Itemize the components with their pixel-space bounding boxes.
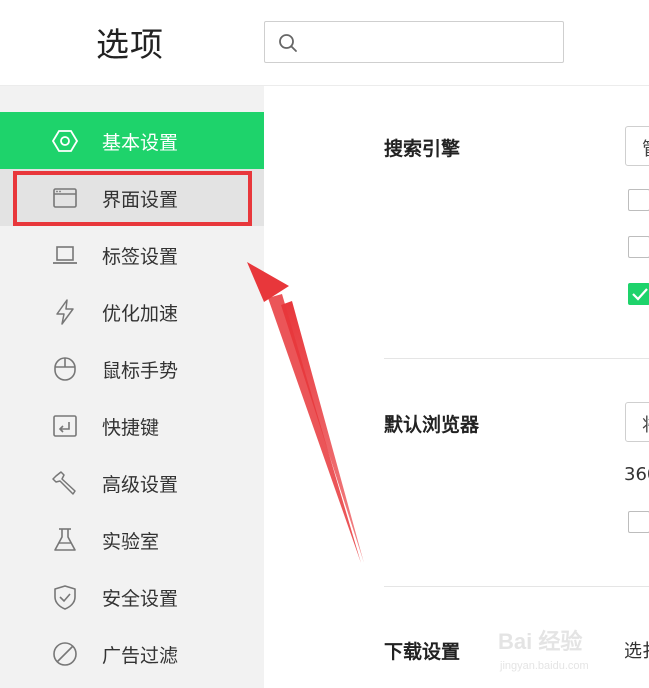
default-browser-button[interactable]: 将 [625,402,649,442]
sidebar: 基本设置 界面设置 标签设置 优化加速 鼠标手势 快捷键 高级设置 实验室 安全… [0,86,264,688]
hexagon-gear-icon [52,130,78,152]
sidebar-item-optimize-speed[interactable]: 优化加速 [0,283,264,340]
block-icon [53,642,77,666]
search-engine-checkbox-2[interactable] [628,236,649,258]
lightning-icon [56,299,74,325]
search-engine-checkbox-3[interactable] [628,283,649,305]
sidebar-item-advanced-settings[interactable]: 高级设置 [0,454,264,511]
sidebar-item-basic-settings[interactable]: 基本设置 [0,112,264,169]
sidebar-item-label: 鼠标手势 [102,360,179,382]
divider [384,358,649,359]
search-input[interactable] [305,28,555,56]
sidebar-item-label: 实验室 [102,531,160,553]
sidebar-item-mouse-gestures[interactable]: 鼠标手势 [0,340,264,397]
sidebar-item-tab-settings[interactable]: 标签设置 [0,226,264,283]
default-browser-checkbox[interactable] [628,511,649,533]
sidebar-item-ad-filter[interactable]: 广告过滤 [0,625,264,682]
keyboard-return-icon [53,415,77,437]
sidebar-item-label: 界面设置 [102,189,179,211]
wrench-icon [52,471,76,495]
sidebar-item-label: 安全设置 [102,588,179,610]
default-browser-text: 360 [624,464,649,485]
header: 选项 [0,0,649,86]
sidebar-item-shortcuts[interactable]: 快捷键 [0,397,264,454]
section-search-engine-label: 搜索引擎 [384,138,461,160]
sidebar-item-label: 高级设置 [102,474,179,496]
laptop-icon [53,246,77,264]
sidebar-item-label: 标签设置 [102,246,179,268]
sidebar-item-laboratory[interactable]: 实验室 [0,511,264,568]
mouse-icon [54,357,76,381]
divider [384,586,649,587]
page-title: 选项 [96,25,164,64]
search-engine-select[interactable]: 管 [625,126,649,166]
shield-icon [54,585,76,610]
section-default-browser-label: 默认浏览器 [384,414,480,436]
sidebar-item-label: 快捷键 [102,417,160,439]
search-engine-checkbox-1[interactable] [628,189,649,211]
content-panel: 搜索引擎 管 默认浏览器 将 360 下载设置 选扌 [264,86,649,688]
section-download-label: 下载设置 [384,641,461,663]
window-icon [53,188,77,208]
sidebar-item-label: 基本设置 [102,132,179,154]
search-box[interactable] [264,21,564,63]
sidebar-item-security-settings[interactable]: 安全设置 [0,568,264,625]
flask-icon [54,528,76,551]
search-engine-select-value: 管 [642,135,649,161]
sidebar-item-interface-settings[interactable]: 界面设置 [0,169,264,226]
search-icon [279,34,297,52]
download-select-text[interactable]: 选扌 [624,637,649,663]
sidebar-item-label: 优化加速 [102,303,179,325]
default-browser-button-label: 将 [642,411,649,437]
sidebar-item-label: 广告过滤 [102,645,179,667]
checkmark-icon [632,288,648,301]
